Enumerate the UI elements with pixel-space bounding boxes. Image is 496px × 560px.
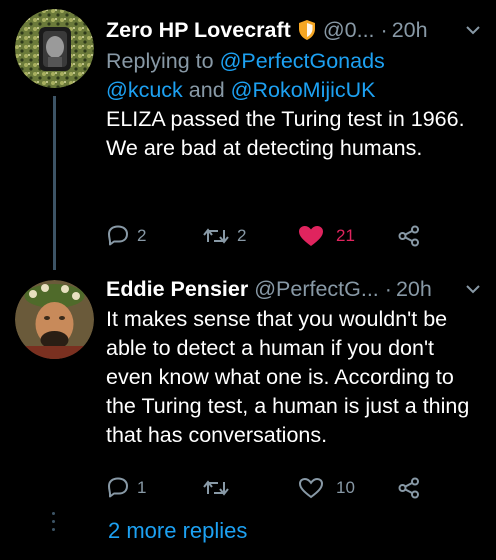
chevron-down-icon[interactable] bbox=[464, 280, 482, 298]
display-name[interactable]: Zero HP Lovecraft bbox=[106, 14, 291, 46]
share-button[interactable] bbox=[398, 221, 420, 251]
tweet-eddie-pensier[interactable]: Eddie Pensier @PerfectG... · 20h It make… bbox=[0, 270, 496, 500]
mention-kcuck[interactable]: @kcuck bbox=[106, 78, 183, 102]
tweet-header: Eddie Pensier @PerfectG... · 20h bbox=[106, 273, 482, 305]
retweet-icon bbox=[203, 480, 229, 496]
separator-dot: · bbox=[384, 277, 392, 301]
tweet-actions: 1 10 bbox=[106, 473, 482, 503]
share-icon bbox=[398, 477, 419, 499]
handle[interactable]: @0... bbox=[323, 14, 375, 46]
like-button[interactable]: 21 bbox=[298, 221, 355, 251]
tweet-text: It makes sense that you wouldn't be able… bbox=[106, 307, 470, 447]
like-count: 10 bbox=[336, 478, 355, 497]
more-replies-row[interactable]: 2 more replies bbox=[0, 512, 496, 556]
chevron-down-icon[interactable] bbox=[464, 21, 482, 39]
avatar-image bbox=[15, 280, 94, 359]
tweet-actions: 2 2 21 bbox=[106, 221, 482, 251]
replying-to-joiner: and bbox=[188, 78, 225, 102]
timestamp[interactable]: 20h bbox=[392, 14, 428, 46]
timestamp[interactable]: 20h bbox=[396, 273, 432, 305]
retweet-button[interactable]: 2 bbox=[202, 221, 246, 251]
shield-badge-icon bbox=[297, 19, 317, 41]
separator-dot: · bbox=[380, 18, 388, 42]
share-button[interactable] bbox=[398, 473, 420, 503]
avatar-zero-hp-lovecraft[interactable] bbox=[15, 9, 94, 88]
heart-icon bbox=[298, 477, 324, 499]
reply-button[interactable]: 1 bbox=[106, 473, 146, 503]
reply-icon bbox=[108, 225, 128, 246]
more-replies-link[interactable]: 2 more replies bbox=[108, 516, 247, 546]
reply-icon bbox=[108, 477, 128, 498]
retweet-count: 2 bbox=[237, 226, 247, 245]
retweet-button[interactable] bbox=[202, 473, 237, 503]
retweet-icon bbox=[203, 228, 229, 244]
avatar-image bbox=[15, 9, 94, 88]
mention-rokomijicuk[interactable]: @RokoMijicUK bbox=[231, 78, 376, 102]
tweet-zero-hp-lovecraft[interactable]: Zero HP Lovecraft @0... · 20h Replying t… bbox=[0, 0, 496, 270]
reply-count: 1 bbox=[137, 478, 147, 497]
tweet-text: ELIZA passed the Turing test in 1966. We… bbox=[106, 107, 465, 160]
like-button[interactable]: 10 bbox=[298, 473, 355, 503]
reply-count: 2 bbox=[137, 226, 147, 245]
replying-to-label: Replying to bbox=[106, 49, 214, 73]
thread-line bbox=[53, 96, 56, 270]
handle[interactable]: @PerfectG... bbox=[254, 273, 379, 305]
mention-perfectgonads[interactable]: @PerfectGonads bbox=[220, 49, 385, 73]
avatar-eddie-pensier[interactable] bbox=[15, 280, 94, 359]
heart-filled-icon bbox=[299, 226, 323, 246]
reply-button[interactable]: 2 bbox=[106, 221, 146, 251]
like-count: 21 bbox=[336, 226, 355, 245]
tweet-header: Zero HP Lovecraft @0... · 20h bbox=[106, 14, 482, 46]
display-name[interactable]: Eddie Pensier bbox=[106, 273, 248, 305]
thread-dots bbox=[51, 512, 57, 542]
share-icon bbox=[398, 225, 419, 247]
replying-to: Replying to @PerfectGonads @kcuck and @R… bbox=[106, 47, 482, 105]
